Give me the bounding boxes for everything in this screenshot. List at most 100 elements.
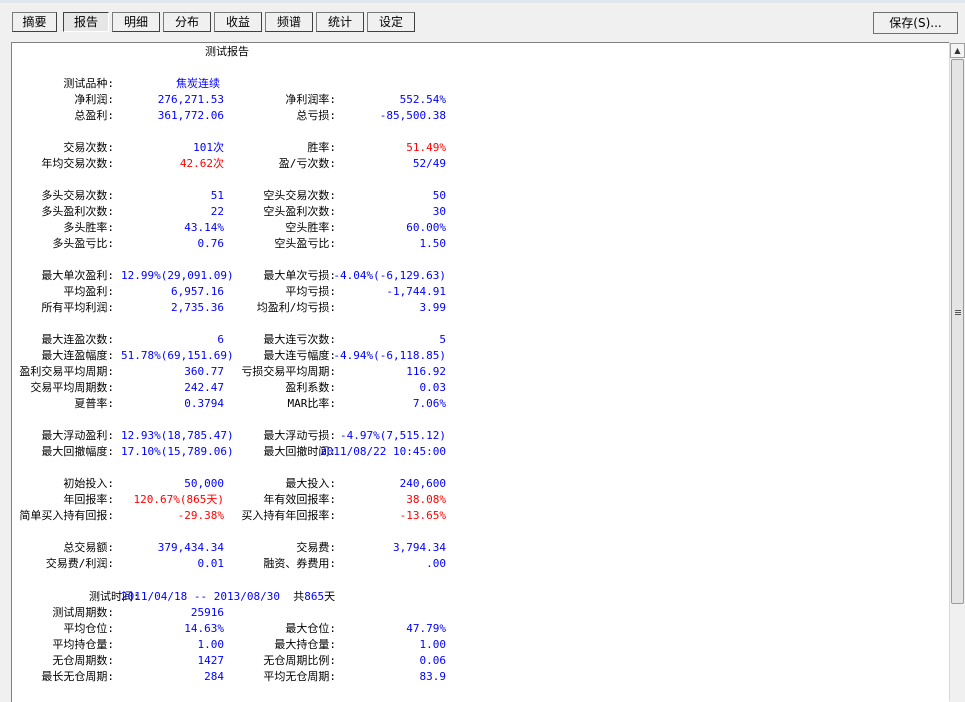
stat-value-left: 1.00 (197, 638, 225, 651)
stat-label-left: 最大连盈次数: (41, 333, 114, 346)
stat-label-right: 最大连亏次数: (263, 333, 336, 346)
stat-value-right: -4.04%(-6,129.63) (333, 269, 446, 282)
stat-value-left: 42.62次 (179, 157, 224, 170)
stat-label-right: 买入持有年回报率: (241, 509, 336, 522)
stat-value-left: 120.67%(865天) (133, 493, 224, 506)
stat-value-right: -1,744.91 (386, 285, 446, 298)
stat-value-left: 2,735.36 (171, 301, 224, 314)
stat-value-right: -13.65% (399, 509, 446, 522)
stat-label-left: 所有平均利润: (41, 301, 114, 314)
stat-value-left: 50,000 (184, 477, 224, 490)
stat-label-left: 测试品种: (63, 77, 114, 90)
stat-value-right: -85,500.38 (379, 109, 446, 122)
stat-label-right: 亏损交易平均周期: (241, 365, 336, 378)
stat-label-right: 均盈利/均亏损: (256, 301, 336, 314)
stat-label-left: 最大浮动盈利: (41, 429, 114, 442)
stat-value-left: 22 (210, 205, 224, 218)
stat-label-right: 盈/亏次数: (278, 157, 336, 170)
stat-label-left: 平均仓位: (63, 622, 114, 635)
stat-label-left: 无仓周期数: (52, 654, 114, 667)
stat-label-left: 多头盈利次数: (41, 205, 114, 218)
stat-label-left: 最长无仓周期: (41, 670, 114, 683)
stat-value-left: 101次 (193, 141, 224, 154)
stat-value-right: 30 (432, 205, 446, 218)
stat-label-left: 最大连盈幅度: (41, 349, 114, 362)
stat-value-left: 6,957.16 (171, 285, 224, 298)
stat-value-right: 50 (432, 189, 446, 202)
tab-summary[interactable]: 摘要 (12, 12, 57, 32)
stat-value-right: -4.97%(7,515.12) (340, 429, 446, 442)
stat-label-right: 空头交易次数: (263, 189, 336, 202)
stat-label-right: 最大持仓量: (274, 638, 336, 651)
stat-label-left: 平均盈利: (63, 285, 114, 298)
stat-label-right: 交易费: (296, 541, 336, 554)
tab-settings[interactable]: 设定 (367, 12, 415, 32)
stat-value-left: 379,434.34 (157, 541, 224, 554)
stat-value-right: 1.00 (419, 638, 447, 651)
stat-label-left: 平均持仓量: (52, 638, 114, 651)
stat-label-left: 最大回撤幅度: (41, 445, 114, 458)
stat-value-right: 0.03 (419, 381, 447, 394)
stat-label-left: 净利润: (74, 93, 114, 106)
test-time-total-prefix: 共 (293, 590, 305, 603)
stat-value-right: .00 (426, 557, 446, 570)
stat-label-left: 年均交易次数: (41, 157, 114, 170)
stat-value-right: 3.99 (419, 301, 447, 314)
stat-value-left: 0.01 (197, 557, 225, 570)
test-time-range: 2011/04/18 -- 2013/08/30 (121, 590, 280, 603)
tab-report[interactable]: 报告 (63, 12, 109, 32)
stat-label-left: 测试周期数: (52, 606, 114, 619)
save-button[interactable]: 保存(S)... (873, 12, 958, 34)
stat-value-left: 361,772.06 (157, 109, 224, 122)
stat-label-right: 融资、券费用: (263, 557, 336, 570)
stat-label-right: 无仓周期比例: (263, 654, 336, 667)
stat-value-right: 1.50 (419, 237, 447, 250)
stat-label-left: 年回报率: (63, 493, 114, 506)
stat-label-left: 多头交易次数: (41, 189, 114, 202)
toolbar: 摘要 报告 明细 分布 收益 频谱 统计 设定 保存(S)... (0, 0, 965, 40)
stat-label-right: 空头盈亏比: (274, 237, 336, 250)
stat-value-left: 51.78%(69,151.69) (121, 349, 234, 362)
test-time-value: 2011/04/18 -- 2013/08/30 共865天 (121, 590, 335, 604)
report-panel: 测试报告 测试时间: 2011/04/18 -- 2013/08/30 共865… (11, 42, 949, 702)
stat-label-left: 最大单次盈利: (41, 269, 114, 282)
stat-label-left: 多头胜率: (63, 221, 114, 234)
stat-value-left: 25916 (190, 606, 224, 619)
stat-label-left: 简单买入持有回报: (19, 509, 114, 522)
tab-statistics[interactable]: 统计 (316, 12, 364, 32)
stat-value-right: 51.49% (406, 141, 446, 154)
tab-detail[interactable]: 明细 (112, 12, 160, 32)
stat-label-left: 夏普率: (74, 397, 114, 410)
tab-spectrum[interactable]: 频谱 (265, 12, 313, 32)
stat-label-left: 总盈利: (74, 109, 114, 122)
window-top-border (0, 0, 965, 3)
vertical-scrollbar[interactable]: ▲ (949, 42, 965, 701)
stat-value-right: 240,600 (399, 477, 446, 490)
stat-value-left: 焦炭连续 (176, 77, 220, 90)
stat-label-right: 最大单次亏损: (263, 269, 336, 282)
stat-value-left: 14.63% (184, 622, 224, 635)
stat-value-left: 6 (217, 333, 224, 346)
stat-value-left: 284 (204, 670, 224, 683)
test-time-days-unit: 天 (324, 590, 336, 603)
stat-value-left: 12.99%(29,091.09) (121, 269, 234, 282)
stat-label-left: 初始投入: (63, 477, 114, 490)
stat-label-left: 多头盈亏比: (52, 237, 114, 250)
tab-distribution[interactable]: 分布 (163, 12, 211, 32)
stat-label-left: 交易平均周期数: (30, 381, 114, 394)
stat-value-left: 51 (210, 189, 224, 202)
stat-label-right: 空头盈利次数: (263, 205, 336, 218)
stat-value-left: 43.14% (184, 221, 224, 234)
scroll-up-arrow-icon[interactable]: ▲ (950, 43, 965, 58)
stat-value-right: 0.06 (419, 654, 447, 667)
tab-profit[interactable]: 收益 (214, 12, 262, 32)
stat-label-right: 盈利系数: (285, 381, 336, 394)
stat-label-left: 总交易额: (63, 541, 114, 554)
stat-label-right: MAR比率: (287, 397, 337, 410)
stat-label-right: 最大浮动亏损: (263, 429, 336, 442)
stat-label-right: 平均亏损: (285, 285, 336, 298)
scrollbar-thumb[interactable] (951, 59, 964, 604)
stat-label-left: 盈利交易平均周期: (19, 365, 114, 378)
stat-value-right: 47.79% (406, 622, 446, 635)
stat-value-right: 116.92 (406, 365, 446, 378)
